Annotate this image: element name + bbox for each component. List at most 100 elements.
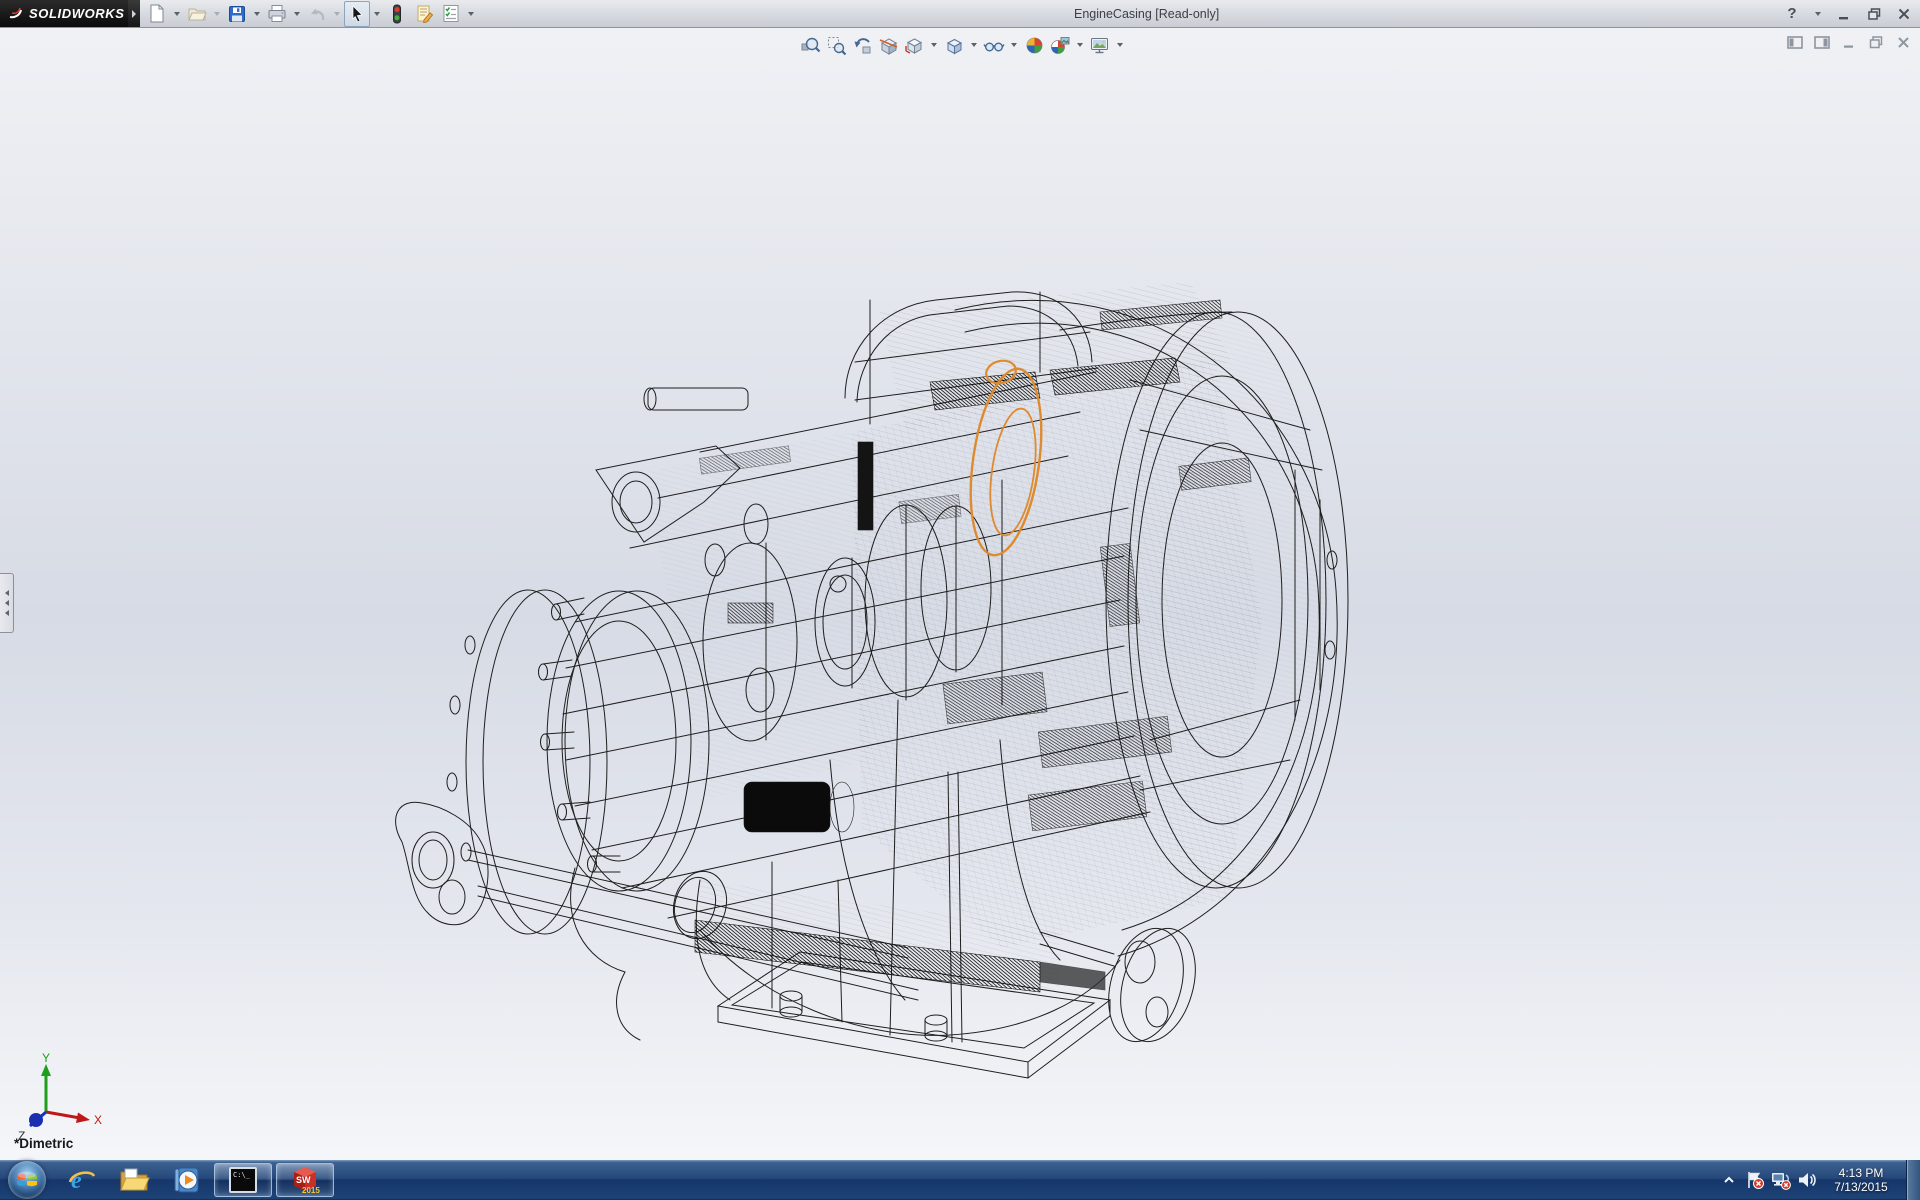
triad-x-label: X <box>94 1113 102 1127</box>
save-dropdown[interactable] <box>254 12 260 16</box>
help-button[interactable]: ? <box>1782 4 1802 24</box>
view-orientation-dropdown[interactable] <box>931 43 937 47</box>
taskbar-media-player[interactable] <box>160 1160 212 1200</box>
solidworks-2015-icon: SW 2015 <box>288 1164 322 1196</box>
doc-restore-button[interactable] <box>1867 34 1885 50</box>
graphics-area[interactable]: Y X Z *Dimetric <box>0 28 1920 1160</box>
select-cursor-icon <box>349 5 365 23</box>
print-dropdown[interactable] <box>294 12 300 16</box>
undo-button[interactable] <box>304 1 330 27</box>
file-properties-button[interactable] <box>411 1 437 27</box>
apply-scene-icon <box>1049 35 1071 56</box>
zoom-to-area-button[interactable] <box>824 33 848 57</box>
start-button[interactable] <box>8 1161 46 1199</box>
window-title: EngineCasing [Read-only] <box>1074 0 1219 27</box>
solidworks-logo-icon <box>8 6 25 21</box>
pane-left-toggle[interactable] <box>1786 34 1804 50</box>
view-settings-icon <box>1089 35 1111 56</box>
system-tray: 4:13 PM 7/13/2015 <box>1716 1160 1920 1200</box>
taskbar-internet-explorer[interactable]: e <box>56 1160 108 1200</box>
select-tool-button[interactable] <box>344 1 370 27</box>
print-button[interactable] <box>264 1 290 27</box>
taskbar-clock[interactable]: 4:13 PM 7/13/2015 <box>1824 1166 1898 1194</box>
section-view-icon <box>878 35 899 56</box>
new-document-icon <box>148 4 166 23</box>
title-bar: SOLIDWORKS <box>0 0 1920 28</box>
options-dropdown[interactable] <box>468 12 474 16</box>
brand-text: SOLIDWORKS <box>29 6 125 21</box>
options-button[interactable] <box>438 1 464 27</box>
model-wireframe-enginecasing[interactable] <box>0 28 1920 1160</box>
action-center-button[interactable] <box>1742 1160 1768 1200</box>
previous-view-button[interactable] <box>850 33 874 57</box>
display-style-icon <box>944 35 965 56</box>
clock-time: 4:13 PM <box>1824 1166 1898 1180</box>
network-status-button[interactable] <box>1768 1160 1794 1200</box>
hide-show-items-dropdown[interactable] <box>1011 43 1017 47</box>
new-document-button[interactable] <box>144 1 170 27</box>
windows-taskbar: e C:\_ <box>0 1160 1920 1200</box>
taskbar-command-prompt[interactable]: C:\_ <box>214 1163 272 1197</box>
view-orientation-button[interactable] <box>902 33 926 57</box>
close-button[interactable] <box>1894 4 1914 24</box>
new-document-dropdown[interactable] <box>174 12 180 16</box>
print-icon <box>267 4 287 23</box>
options-icon <box>442 4 460 23</box>
apply-scene-button[interactable] <box>1048 33 1072 57</box>
hide-show-items-icon <box>983 35 1005 56</box>
speaker-icon <box>1797 1171 1817 1189</box>
open-button[interactable] <box>184 1 210 27</box>
zoom-to-fit-button[interactable] <box>798 33 822 57</box>
clock-date: 7/13/2015 <box>1824 1180 1898 1194</box>
chevron-left-icon <box>5 600 9 606</box>
zoom-to-area-icon <box>826 35 847 56</box>
restore-button[interactable] <box>1864 4 1884 24</box>
media-player-icon <box>171 1165 201 1195</box>
view-settings-button[interactable] <box>1088 33 1112 57</box>
file-properties-icon <box>415 4 434 23</box>
document-window-controls <box>1786 34 1912 50</box>
folder-icon <box>118 1166 150 1194</box>
taskbar-windows-explorer[interactable] <box>108 1160 160 1200</box>
sw-icon-year: 2015 <box>302 1186 320 1195</box>
display-style-dropdown[interactable] <box>971 43 977 47</box>
windows-logo-icon <box>16 1170 38 1190</box>
action-center-flag-icon <box>1745 1170 1765 1190</box>
rebuild-button[interactable] <box>384 1 410 27</box>
undo-dropdown[interactable] <box>334 12 340 16</box>
taskbar-solidworks-2015[interactable]: SW 2015 <box>276 1163 334 1197</box>
solidworks-logo: SOLIDWORKS <box>0 0 128 27</box>
network-error-icon <box>1770 1170 1792 1190</box>
save-button[interactable] <box>224 1 250 27</box>
doc-minimize-button[interactable] <box>1840 34 1858 50</box>
rebuild-stoplight-icon <box>390 4 404 24</box>
show-desktop-button[interactable] <box>1906 1160 1920 1200</box>
minimize-button[interactable] <box>1834 4 1854 24</box>
logo-flyout-arrow[interactable] <box>128 0 140 27</box>
display-style-button[interactable] <box>942 33 966 57</box>
edit-appearance-button[interactable] <box>1022 33 1046 57</box>
section-view-button[interactable] <box>876 33 900 57</box>
chevron-up-icon <box>1723 1175 1735 1185</box>
view-orientation-icon <box>904 35 925 56</box>
feature-panel-collapsed-tab[interactable] <box>0 573 14 633</box>
pane-right-toggle[interactable] <box>1813 34 1831 50</box>
view-settings-dropdown[interactable] <box>1117 43 1123 47</box>
show-hidden-icons-button[interactable] <box>1716 1160 1742 1200</box>
hide-show-items-button[interactable] <box>982 33 1006 57</box>
help-dropdown[interactable] <box>1815 12 1821 16</box>
svg-text:e: e <box>71 1168 82 1194</box>
main-toolbar <box>144 1 477 26</box>
volume-button[interactable] <box>1794 1160 1820 1200</box>
reference-triad: Y X Z <box>6 1048 106 1144</box>
select-dropdown[interactable] <box>374 12 380 16</box>
open-dropdown[interactable] <box>214 12 220 16</box>
cmd-icon-text: C:\_ <box>233 1171 251 1179</box>
view-orientation-label: *Dimetric <box>14 1136 73 1151</box>
save-icon <box>228 5 246 23</box>
app-window-controls: ? <box>1782 0 1914 27</box>
doc-close-button[interactable] <box>1894 34 1912 50</box>
apply-scene-dropdown[interactable] <box>1077 43 1083 47</box>
triad-y-label: Y <box>42 1051 50 1065</box>
chevron-left-icon <box>5 590 9 596</box>
